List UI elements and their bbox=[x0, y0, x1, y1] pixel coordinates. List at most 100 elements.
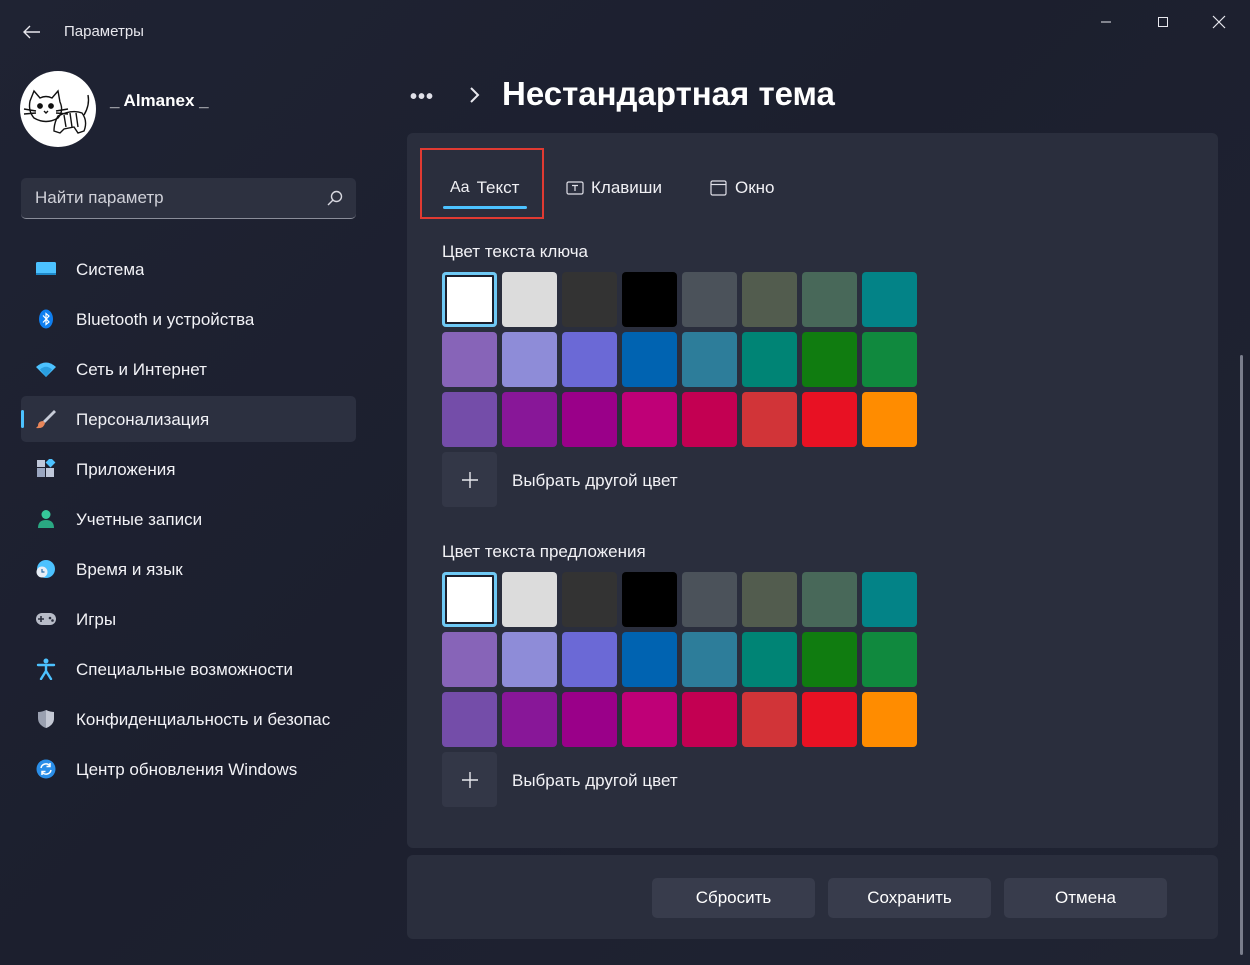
color-swatch[interactable] bbox=[502, 692, 557, 747]
color-swatch[interactable] bbox=[742, 632, 797, 687]
gamepad-icon bbox=[35, 609, 57, 629]
color-swatch[interactable] bbox=[442, 392, 497, 447]
sidebar-item-label: Конфиденциальность и безопас bbox=[76, 710, 331, 729]
color-swatch[interactable] bbox=[862, 272, 917, 327]
window-icon bbox=[710, 180, 728, 196]
color-swatch[interactable] bbox=[682, 272, 737, 327]
sidebar-item-bluetooth[interactable]: Bluetooth и устройства bbox=[21, 296, 356, 342]
search-icon[interactable] bbox=[326, 189, 344, 207]
color-swatch[interactable] bbox=[742, 392, 797, 447]
sidebar-item-time-language[interactable]: Время и язык bbox=[21, 546, 356, 592]
tab-keys[interactable]: Клавиши bbox=[566, 171, 662, 205]
sidebar-item-label: Сеть и Интернет bbox=[76, 360, 207, 379]
sidebar-item-label: Учетные записи bbox=[76, 510, 203, 529]
accessibility-icon bbox=[35, 658, 57, 680]
add-custom-color-label[interactable]: Выбрать другой цвет bbox=[512, 771, 678, 791]
globe-clock-icon bbox=[35, 559, 57, 579]
color-swatch[interactable] bbox=[442, 572, 497, 627]
color-swatch[interactable] bbox=[802, 332, 857, 387]
search-box[interactable] bbox=[21, 178, 356, 219]
color-swatch[interactable] bbox=[862, 692, 917, 747]
search-input[interactable] bbox=[21, 178, 321, 218]
color-swatch[interactable] bbox=[682, 572, 737, 627]
color-swatch[interactable] bbox=[442, 272, 497, 327]
color-swatch[interactable] bbox=[802, 272, 857, 327]
color-swatch[interactable] bbox=[802, 632, 857, 687]
sidebar-item-accounts[interactable]: Учетные записи bbox=[21, 496, 356, 542]
color-swatch[interactable] bbox=[742, 272, 797, 327]
color-swatch[interactable] bbox=[682, 692, 737, 747]
color-swatch[interactable] bbox=[622, 692, 677, 747]
sidebar-item-label: Bluetooth и устройства bbox=[76, 310, 255, 329]
reset-button[interactable]: Сбросить bbox=[652, 878, 815, 918]
color-swatch[interactable] bbox=[622, 272, 677, 327]
color-swatch[interactable] bbox=[682, 332, 737, 387]
scrollbar[interactable] bbox=[1240, 355, 1243, 955]
color-swatch[interactable] bbox=[442, 692, 497, 747]
color-swatch[interactable] bbox=[502, 632, 557, 687]
sidebar-item-windows-update[interactable]: Центр обновления Windows bbox=[21, 746, 356, 792]
color-swatch[interactable] bbox=[562, 692, 617, 747]
add-custom-color-button[interactable] bbox=[442, 752, 497, 807]
sidebar-item-label: Система bbox=[76, 260, 145, 279]
color-swatch[interactable] bbox=[682, 632, 737, 687]
color-swatch[interactable] bbox=[742, 572, 797, 627]
app-title: Параметры bbox=[64, 23, 144, 40]
maximize-button[interactable] bbox=[1140, 6, 1186, 38]
sidebar-item-system[interactable]: Система bbox=[21, 246, 356, 292]
sidebar-item-gaming[interactable]: Игры bbox=[21, 596, 356, 642]
color-swatch[interactable] bbox=[502, 572, 557, 627]
avatar[interactable] bbox=[20, 71, 96, 147]
key-text-color-grid bbox=[442, 272, 918, 447]
color-swatch[interactable] bbox=[442, 632, 497, 687]
sidebar-item-personalization[interactable]: Персонализация bbox=[21, 396, 356, 442]
save-button[interactable]: Сохранить bbox=[828, 878, 991, 918]
highlight-annotation bbox=[420, 148, 544, 219]
color-swatch[interactable] bbox=[742, 332, 797, 387]
color-swatch[interactable] bbox=[622, 572, 677, 627]
sidebar-item-accessibility[interactable]: Специальные возможности bbox=[21, 646, 356, 692]
sidebar-item-label: Время и язык bbox=[76, 560, 183, 579]
color-swatch[interactable] bbox=[502, 392, 557, 447]
color-swatch[interactable] bbox=[442, 332, 497, 387]
color-swatch[interactable] bbox=[622, 392, 677, 447]
color-swatch[interactable] bbox=[862, 572, 917, 627]
color-swatch[interactable] bbox=[862, 392, 917, 447]
add-custom-color-button[interactable] bbox=[442, 452, 497, 507]
brush-icon bbox=[35, 409, 57, 429]
add-custom-color-label[interactable]: Выбрать другой цвет bbox=[512, 471, 678, 491]
bluetooth-icon bbox=[35, 309, 57, 329]
color-swatch[interactable] bbox=[802, 572, 857, 627]
sidebar-item-privacy[interactable]: Конфиденциальность и безопас bbox=[21, 696, 356, 742]
back-button[interactable] bbox=[18, 18, 46, 46]
breadcrumb-more-button[interactable]: ••• bbox=[410, 86, 434, 109]
close-button[interactable] bbox=[1196, 6, 1242, 38]
minimize-button[interactable] bbox=[1083, 6, 1129, 38]
color-swatch[interactable] bbox=[562, 632, 617, 687]
sidebar-item-label: Специальные возможности bbox=[76, 660, 294, 679]
close-icon bbox=[1212, 15, 1226, 29]
color-swatch[interactable] bbox=[862, 332, 917, 387]
tab-window[interactable]: Окно bbox=[710, 171, 775, 205]
apps-icon bbox=[35, 459, 57, 479]
color-swatch[interactable] bbox=[802, 392, 857, 447]
color-swatch[interactable] bbox=[622, 632, 677, 687]
color-swatch[interactable] bbox=[562, 272, 617, 327]
color-swatch[interactable] bbox=[562, 392, 617, 447]
color-swatch[interactable] bbox=[862, 632, 917, 687]
color-swatch[interactable] bbox=[622, 332, 677, 387]
color-swatch[interactable] bbox=[802, 692, 857, 747]
sidebar-item-network[interactable]: Сеть и Интернет bbox=[21, 346, 356, 392]
suggestion-text-color-grid bbox=[442, 572, 918, 747]
color-swatch[interactable] bbox=[742, 692, 797, 747]
suggestion-text-color-label: Цвет текста предложения bbox=[442, 542, 646, 561]
cat-avatar-icon bbox=[23, 89, 90, 134]
plus-icon bbox=[461, 771, 478, 788]
sidebar-item-apps[interactable]: Приложения bbox=[21, 446, 356, 492]
color-swatch[interactable] bbox=[502, 332, 557, 387]
cancel-button[interactable]: Отмена bbox=[1004, 878, 1167, 918]
color-swatch[interactable] bbox=[682, 392, 737, 447]
color-swatch[interactable] bbox=[562, 572, 617, 627]
color-swatch[interactable] bbox=[502, 272, 557, 327]
color-swatch[interactable] bbox=[562, 332, 617, 387]
